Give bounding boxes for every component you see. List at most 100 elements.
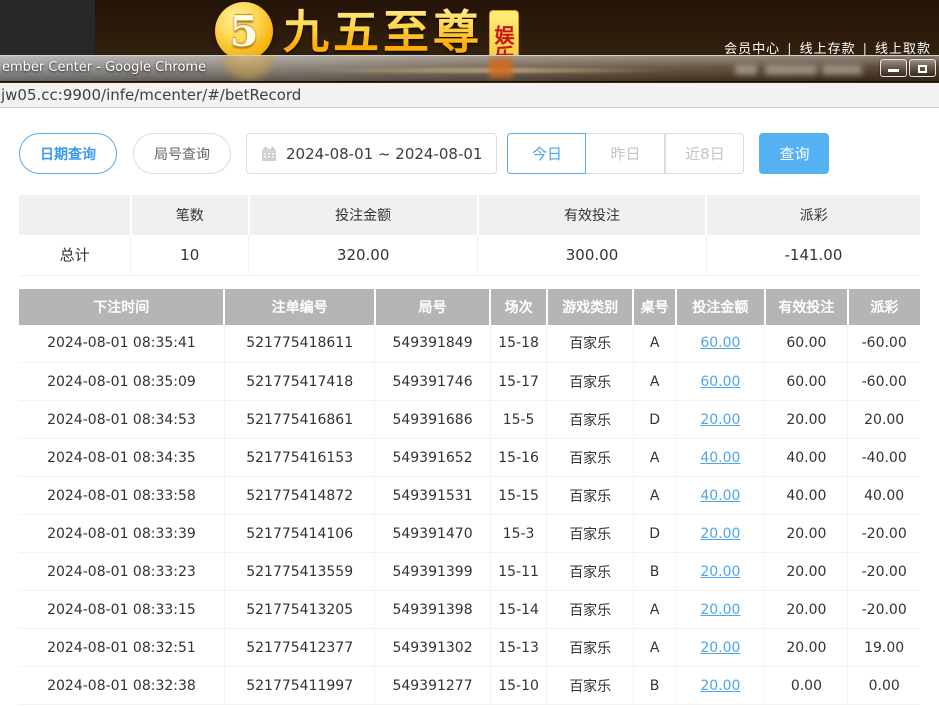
- glass-reflection-coin: [222, 55, 274, 80]
- blurred-account-info: [765, 65, 817, 75]
- bet-amount-cell: 20.00: [676, 553, 765, 591]
- summary-header-bet-amount: 投注金额: [249, 195, 478, 235]
- minimize-button[interactable]: [880, 59, 907, 77]
- bet-amount-cell: 20.00: [676, 401, 765, 439]
- bet-time: 2024-08-01 08:35:41: [19, 325, 224, 363]
- game-type: 百家乐: [547, 439, 633, 477]
- payout: 40.00: [848, 477, 920, 515]
- total-label: 总计: [19, 235, 131, 275]
- payout: -60.00: [848, 325, 920, 363]
- session: 15-14: [490, 591, 547, 629]
- date-range-input[interactable]: 2024-08-01 ~ 2024-08-01: [246, 133, 497, 174]
- bet-time: 2024-08-01 08:33:39: [19, 515, 224, 553]
- round-id: 549391470: [375, 515, 490, 553]
- bet-id: 521775414872: [224, 477, 374, 515]
- payout: -60.00: [848, 363, 920, 401]
- bet-amount-link[interactable]: 20.00: [700, 526, 740, 542]
- bet-amount-link[interactable]: 20.00: [700, 602, 740, 618]
- header-payout: 派彩: [848, 289, 920, 325]
- header-bet-amount: 投注金额: [676, 289, 765, 325]
- search-button[interactable]: 查询: [759, 133, 829, 174]
- table-code: B: [633, 553, 675, 591]
- date-range-value: 2024-08-01 ~ 2024-08-01: [286, 145, 482, 163]
- session: 15-10: [490, 667, 547, 705]
- session: 15-5: [490, 401, 547, 439]
- bet-time: 2024-08-01 08:35:09: [19, 363, 224, 401]
- last-8-days-button[interactable]: 近8日: [665, 133, 744, 174]
- window-title: ember Center - Google Chrome: [2, 60, 206, 75]
- table-code: B: [633, 667, 675, 705]
- window-titlebar[interactable]: ember Center - Google Chrome: [0, 55, 939, 82]
- summary-table: 笔数 投注金额 有效投注 派彩 总计 10 320.00 300.00 -141…: [19, 195, 920, 276]
- blurred-account-info: [822, 65, 862, 75]
- blurred-account-info: [735, 65, 757, 75]
- valid-bet: 40.00: [765, 477, 848, 515]
- bet-amount-link[interactable]: 60.00: [700, 374, 740, 390]
- table-code: D: [633, 401, 675, 439]
- session: 15-11: [490, 553, 547, 591]
- summary-header-valid-bet: 有效投注: [478, 195, 707, 235]
- table-row: 2024-08-01 08:32:51 521775412377 5493913…: [19, 629, 920, 667]
- bet-record-page: 日期查询 局号查询 2024-08-01 ~ 2024-08-01 今日 昨日 …: [0, 109, 939, 708]
- valid-bet: 20.00: [765, 591, 848, 629]
- today-button[interactable]: 今日: [507, 133, 586, 174]
- round-query-tab[interactable]: 局号查询: [133, 133, 231, 174]
- table-row: 2024-08-01 08:33:23 521775413559 5493913…: [19, 553, 920, 591]
- table-row: 2024-08-01 08:35:09 521775417418 5493917…: [19, 363, 920, 401]
- round-id: 549391531: [375, 477, 490, 515]
- bet-amount-link[interactable]: 20.00: [700, 412, 740, 428]
- bet-amount-cell: 20.00: [676, 667, 765, 705]
- game-type: 百家乐: [547, 515, 633, 553]
- game-type: 百家乐: [547, 363, 633, 401]
- valid-bet: 60.00: [765, 363, 848, 401]
- table-code: A: [633, 591, 675, 629]
- bet-amount-link[interactable]: 60.00: [700, 335, 740, 351]
- bet-id: 521775416153: [224, 439, 374, 477]
- round-id: 549391686: [375, 401, 490, 439]
- table-row: 2024-08-01 08:34:35 521775416153 5493916…: [19, 439, 920, 477]
- payout: 20.00: [848, 401, 920, 439]
- table-code: A: [633, 363, 675, 401]
- game-type: 百家乐: [547, 629, 633, 667]
- date-query-tab[interactable]: 日期查询: [19, 133, 117, 174]
- screen: 5 九五至尊 娱乐 会员中心|线上存款|线上取款 ember Center - …: [0, 0, 939, 708]
- header-session: 场次: [490, 289, 547, 325]
- bet-amount-link[interactable]: 20.00: [700, 640, 740, 656]
- bet-amount-link[interactable]: 40.00: [700, 488, 740, 504]
- bet-id: 521775413205: [224, 591, 374, 629]
- table-code: A: [633, 629, 675, 667]
- total-bet-amount: 320.00: [249, 235, 478, 275]
- round-id: 549391302: [375, 629, 490, 667]
- total-count: 10: [131, 235, 249, 275]
- bet-amount-cell: 40.00: [676, 477, 765, 515]
- table-row: 2024-08-01 08:33:58 521775414872 5493915…: [19, 477, 920, 515]
- round-id: 549391652: [375, 439, 490, 477]
- table-row: 2024-08-01 08:32:38 521775411997 5493912…: [19, 667, 920, 705]
- game-type: 百家乐: [547, 667, 633, 705]
- maximize-button[interactable]: [909, 59, 936, 77]
- round-id: 549391746: [375, 363, 490, 401]
- summary-header-count: 笔数: [131, 195, 249, 235]
- table-code: A: [633, 439, 675, 477]
- valid-bet: 20.00: [765, 553, 848, 591]
- bet-amount-cell: 40.00: [676, 439, 765, 477]
- header-valid-bet: 有效投注: [765, 289, 848, 325]
- table-row: 2024-08-01 08:34:53 521775416861 5493916…: [19, 401, 920, 439]
- valid-bet: 20.00: [765, 629, 848, 667]
- summary-total-row: 总计 10 320.00 300.00 -141.00: [19, 235, 920, 275]
- address-bar[interactable]: jw05.cc:9900/infe/mcenter/#/betRecord: [0, 83, 939, 108]
- total-payout: -141.00: [706, 235, 920, 275]
- table-row: 2024-08-01 08:33:15 521775413205 5493913…: [19, 591, 920, 629]
- bet-time: 2024-08-01 08:32:38: [19, 667, 224, 705]
- bet-amount-link[interactable]: 20.00: [700, 678, 740, 694]
- bet-amount-cell: 20.00: [676, 629, 765, 667]
- bet-time: 2024-08-01 08:33:58: [19, 477, 224, 515]
- bet-amount-link[interactable]: 40.00: [700, 450, 740, 466]
- bet-time: 2024-08-01 08:34:35: [19, 439, 224, 477]
- bet-amount-link[interactable]: 20.00: [700, 564, 740, 580]
- bet-time: 2024-08-01 08:32:51: [19, 629, 224, 667]
- yesterday-button[interactable]: 昨日: [586, 133, 665, 174]
- session: 15-3: [490, 515, 547, 553]
- valid-bet: 0.00: [765, 667, 848, 705]
- bet-amount-cell: 60.00: [676, 363, 765, 401]
